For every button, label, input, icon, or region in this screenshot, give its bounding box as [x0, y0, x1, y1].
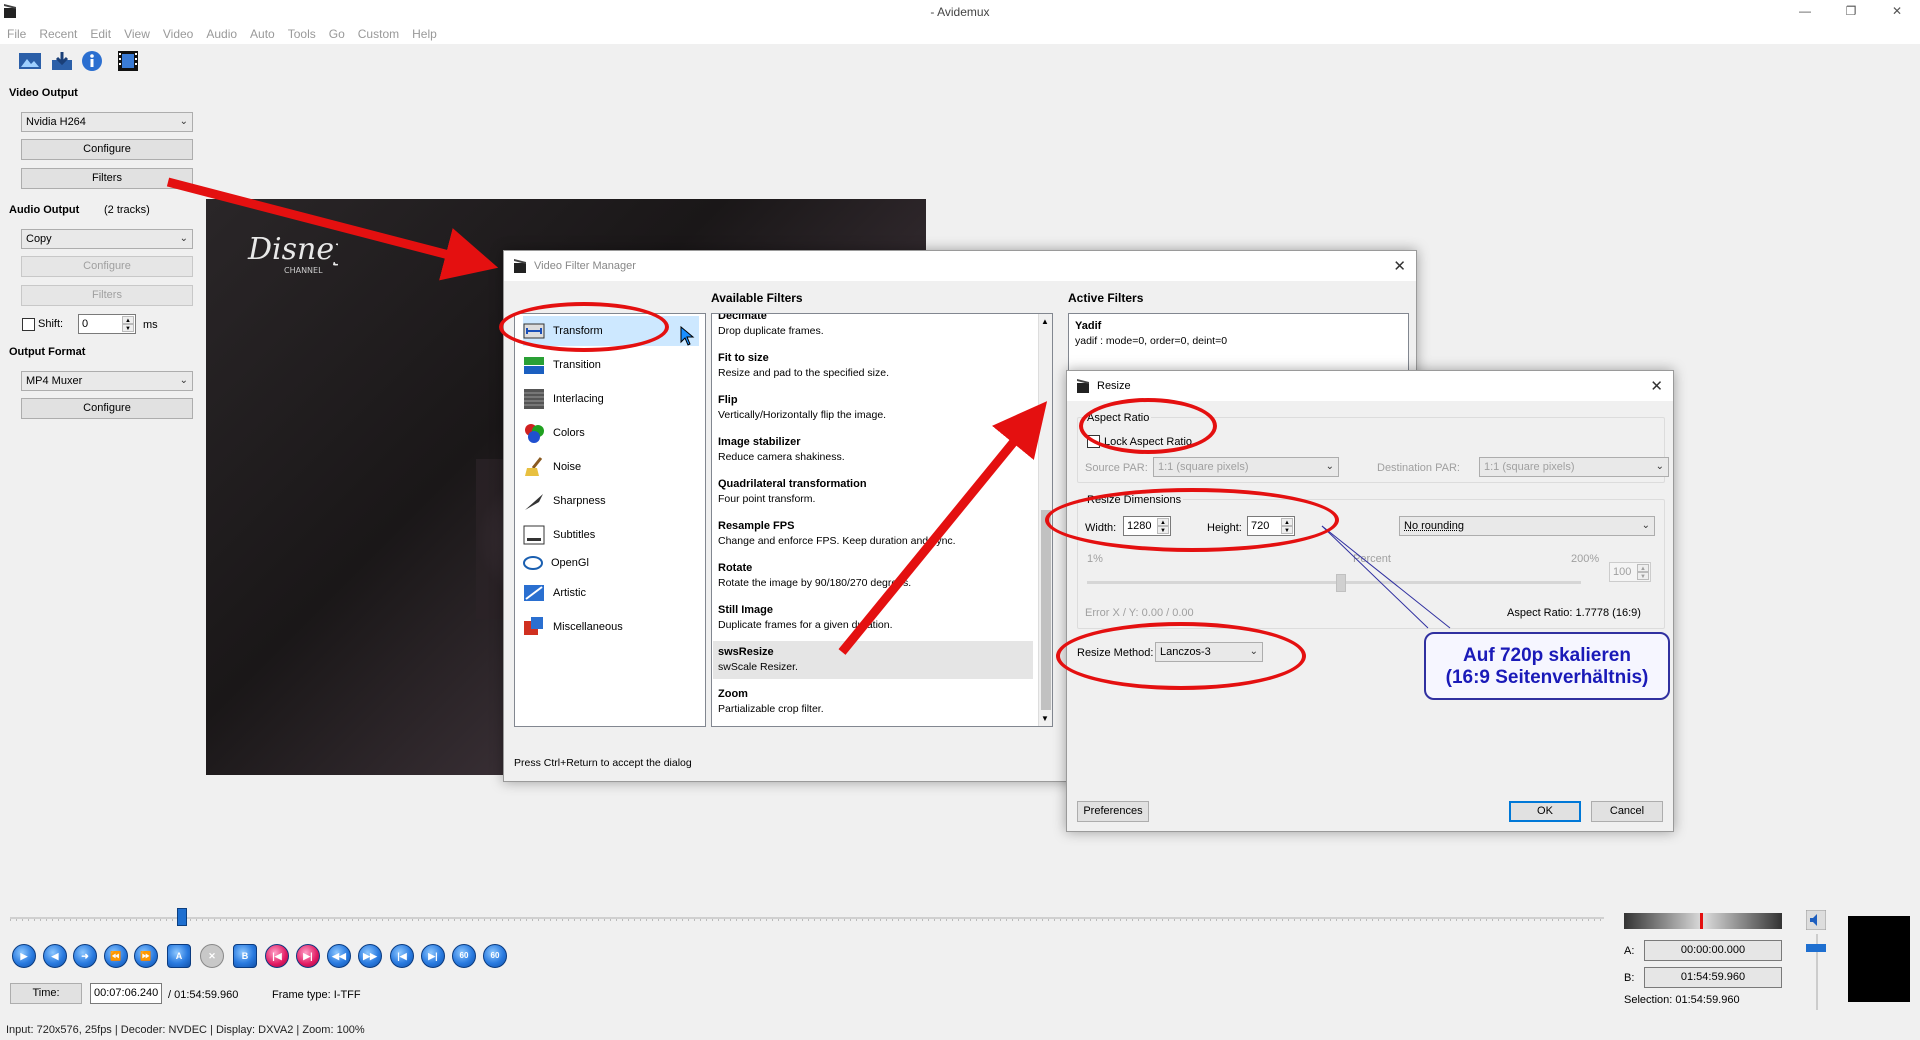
rewind-button[interactable]: ⏪ [104, 944, 128, 968]
video-thumbnail [1848, 916, 1910, 1002]
marker-a-label: A: [1624, 945, 1635, 957]
next-keyframe-button[interactable]: ▶▶ [358, 944, 382, 968]
marker-a-time[interactable]: 00:00:00.000 [1644, 940, 1782, 961]
frame-type: Frame type: I-TFF [272, 989, 361, 1001]
previous-cut-button[interactable]: |◀ [265, 944, 289, 968]
volume-meter [1624, 913, 1782, 929]
volume-marker [1700, 913, 1703, 929]
first-frame-button[interactable]: |◀ [390, 944, 414, 968]
total-duration: / 01:54:59.960 [168, 989, 239, 1001]
highlight-transform [499, 302, 669, 352]
previous-frame-button[interactable]: ◀ [43, 944, 67, 968]
callout-box: Auf 720p skalieren (16:9 Seitenverhältni… [1424, 632, 1670, 700]
delete-selection-button[interactable]: ✕ [200, 944, 224, 968]
current-time-input[interactable]: 00:07:06.240 [90, 983, 162, 1004]
highlight-resize-method [1056, 622, 1306, 690]
forward-60s-button[interactable]: 60 [483, 944, 507, 968]
callout-pointer [1321, 525, 1429, 629]
mouse-cursor-icon [680, 326, 695, 346]
volume-slider-handle[interactable] [1806, 944, 1826, 952]
set-marker-a-button[interactable]: A [167, 944, 191, 968]
red-arrow-swsresize [838, 401, 1048, 655]
timeline-track[interactable] [10, 917, 1604, 919]
annotation-overlay [166, 177, 1451, 655]
speaker-icon[interactable] [1806, 910, 1826, 930]
previous-keyframe-button[interactable]: ◀◀ [327, 944, 351, 968]
callout-line-2: (16:9 Seitenverhältnis) [1445, 667, 1649, 688]
marker-b-label: B: [1624, 972, 1635, 984]
selection-duration: Selection: 01:54:59.960 [1624, 994, 1740, 1006]
callout-line-1: Auf 720p skalieren [1463, 645, 1631, 666]
next-frame-button[interactable]: ➜ [73, 944, 97, 968]
timeline-thumb[interactable] [177, 908, 188, 926]
highlight-lock-aspect [1079, 398, 1217, 454]
red-arrow-filters [166, 177, 499, 281]
back-60s-button[interactable]: 60 [452, 944, 476, 968]
time-label-button[interactable]: Time: [10, 983, 82, 1004]
highlight-dimensions [1045, 488, 1339, 552]
set-marker-b-button[interactable]: B [233, 944, 257, 968]
last-frame-button[interactable]: ▶| [421, 944, 445, 968]
next-cut-button[interactable]: ▶| [296, 944, 320, 968]
fast-forward-button[interactable]: ⏩ [134, 944, 158, 968]
play-button[interactable]: ▶ [12, 944, 36, 968]
status-bar: Input: 720x576, 25fps | Decoder: NVDEC |… [6, 1024, 365, 1036]
marker-b-time[interactable]: 01:54:59.960 [1644, 967, 1782, 988]
callout-pointer [1321, 525, 1451, 629]
